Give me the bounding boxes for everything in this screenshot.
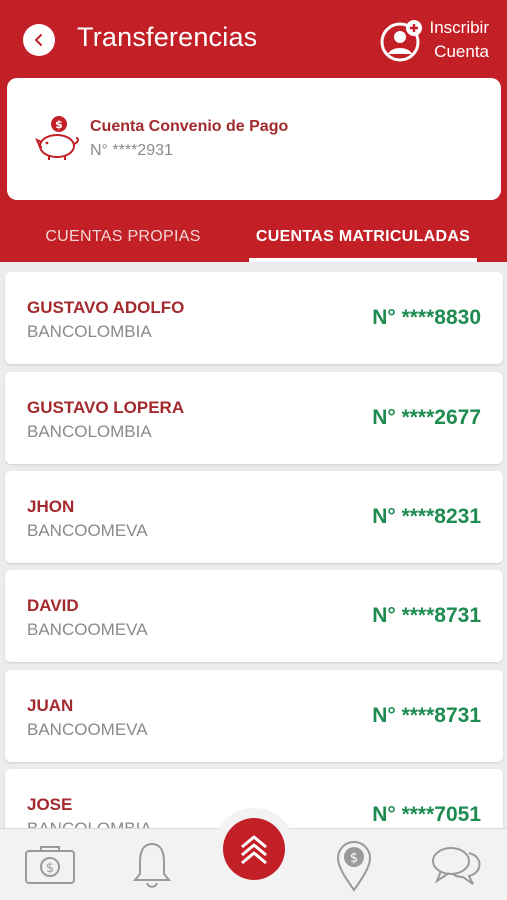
bank-name: BANCOOMEVA [27, 720, 148, 739]
nav-locations[interactable]: $ [324, 835, 384, 895]
page-title: Transferencias [77, 22, 258, 52]
enroll-label-line2: Cuenta [434, 42, 489, 61]
list-item[interactable]: JUAN BANCOOMEVA N° ****8731 [5, 670, 503, 762]
back-button[interactable] [23, 24, 55, 56]
source-account-card[interactable]: $ Cuenta Convenio de Pago N° ****2931 [7, 78, 501, 200]
list-item[interactable]: DAVID BANCOOMEVA N° ****8731 [5, 570, 503, 662]
source-account-number: N° ****2931 [90, 142, 173, 159]
list-item[interactable]: JHON BANCOOMEVA N° ****8231 [5, 471, 503, 563]
account-holder: GUSTAVO ADOLFO [27, 298, 185, 317]
account-holder: GUSTAVO LOPERA [27, 398, 185, 417]
account-holder: DAVID [27, 596, 79, 615]
svg-text:$: $ [55, 118, 63, 131]
main-menu-button[interactable] [223, 818, 285, 880]
bell-icon [132, 842, 172, 888]
add-user-icon [380, 20, 422, 62]
bank-name: BANCOOMEVA [27, 521, 148, 540]
tab-cuentas-matriculadas[interactable]: CUENTAS MATRICULADAS [249, 212, 477, 262]
bank-name: BANCOLOMBIA [27, 322, 152, 341]
tab-cuentas-propias[interactable]: CUENTAS PROPIAS [20, 212, 226, 262]
menu-up-icon [241, 835, 267, 865]
chat-icon [432, 847, 481, 885]
enrolled-accounts-list: GUSTAVO ADOLFO BANCOLOMBIA N° ****8830 G… [0, 262, 507, 828]
account-number: N° ****8231 [372, 505, 481, 528]
nav-wallet[interactable]: $ [20, 835, 80, 895]
nav-notifications[interactable] [122, 835, 182, 895]
list-item[interactable]: GUSTAVO ADOLFO BANCOLOMBIA N° ****8830 [5, 272, 503, 364]
header: Transferencias Inscribir Cuenta $ Cuenta… [0, 0, 507, 262]
account-number: N° ****2677 [372, 406, 481, 429]
account-holder: JOSE [27, 795, 73, 814]
bank-name: BANCOLOMBIA [27, 422, 152, 441]
account-holder: JHON [27, 497, 75, 516]
account-number: N° ****7051 [372, 803, 481, 826]
piggy-bank-icon: $ [35, 116, 80, 160]
chevron-left-icon [35, 34, 42, 46]
account-number: N° ****8731 [372, 604, 481, 627]
account-holder: JUAN [27, 696, 74, 715]
bank-name: BANCOLOMBIA [27, 819, 152, 828]
location-money-icon: $ [336, 841, 372, 892]
enroll-account-button[interactable]: Inscribir Cuenta [375, 14, 491, 66]
enroll-label-line1: Inscribir [429, 18, 489, 37]
svg-text:$: $ [46, 861, 54, 876]
list-item[interactable]: GUSTAVO LOPERA BANCOLOMBIA N° ****2677 [5, 372, 503, 464]
svg-text:$: $ [350, 851, 358, 866]
bank-name: BANCOOMEVA [27, 620, 148, 639]
nav-chat[interactable] [427, 835, 487, 895]
tab-bar: CUENTAS PROPIAS CUENTAS MATRICULADAS [0, 212, 507, 262]
source-account-name: Cuenta Convenio de Pago [90, 118, 289, 135]
account-number: N° ****8731 [372, 704, 481, 727]
account-number: N° ****8830 [372, 306, 481, 329]
wallet-icon: $ [25, 846, 75, 884]
